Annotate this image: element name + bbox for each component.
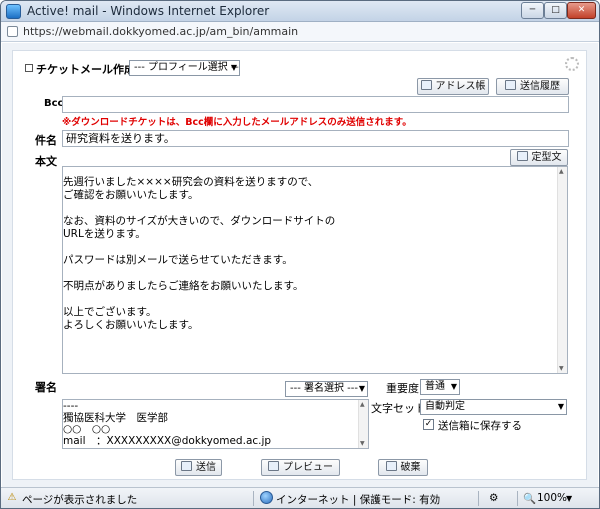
- sent-history-label: 送信履歴: [520, 81, 560, 92]
- preview-label: プレビュー: [283, 462, 333, 473]
- charset-select[interactable]: 自動判定 ▼: [420, 399, 567, 415]
- loading-spinner-icon: [565, 57, 579, 71]
- subject-input[interactable]: 研究資料を送ります。: [62, 130, 569, 147]
- preview-icon: [268, 461, 279, 471]
- preview-button[interactable]: プレビュー: [261, 459, 340, 476]
- browser-window: Active! mail - Windows Internet Explorer…: [0, 0, 600, 509]
- body-textarea[interactable]: 先週行いました××××研究会の資料を送りますので、 ご確認をお願いいたします。 …: [62, 166, 568, 374]
- template-button[interactable]: 定型文: [510, 149, 568, 166]
- chevron-down-icon: ▼: [230, 63, 237, 72]
- history-icon: [505, 80, 516, 90]
- status-divider: [517, 491, 518, 506]
- save-sent-label: 送信箱に保存する: [438, 420, 522, 432]
- warning-icon: ⚠: [7, 492, 17, 503]
- address-url[interactable]: https://webmail.dokkyomed.ac.jp/am_bin/a…: [23, 25, 298, 38]
- charset-value: 自動判定: [425, 401, 465, 412]
- close-window-button[interactable]: ✕: [567, 2, 596, 19]
- bcc-warning: ※ダウンロードチケットは、Bcc欄に入力したメールアドレスのみ送信されます。: [62, 117, 412, 128]
- zoom-icon: 🔍: [523, 493, 537, 505]
- compose-title: チケットメール作成: [36, 63, 135, 76]
- zoom-level[interactable]: 100%: [537, 492, 567, 504]
- page-icon: [7, 26, 18, 37]
- chevron-down-icon: ▼: [358, 384, 365, 393]
- signature-text: ---- 獨協医科大学 医学部 ○○ ○○ mail ：XXXXXXXXX@do…: [63, 400, 272, 447]
- status-divider: [478, 491, 479, 506]
- body-text: 先週行いました××××研究会の資料を送りますので、 ご確認をお願いいたします。 …: [63, 176, 336, 331]
- window-title: Active! mail - Windows Internet Explorer: [27, 4, 270, 18]
- subject-label: 件名: [35, 134, 57, 147]
- settings-icon[interactable]: ⚙: [489, 492, 498, 504]
- send-icon: [181, 461, 192, 471]
- profile-select[interactable]: --- プロフィール選択 --- ▼: [129, 60, 240, 76]
- zoom-dropdown-icon[interactable]: ▼: [566, 494, 572, 503]
- profile-select-value: --- プロフィール選択 ---: [134, 62, 240, 73]
- address-bar: https://webmail.dokkyomed.ac.jp/am_bin/a…: [1, 22, 599, 42]
- priority-value: 普通: [425, 381, 445, 392]
- status-bar: ⚠ ページが表示されました インターネット | 保護モード: 有効 ⚙ 🔍 10…: [1, 487, 599, 508]
- send-label: 送信: [196, 462, 216, 473]
- title-bar: Active! mail - Windows Internet Explorer…: [1, 1, 599, 22]
- scroll-down-icon[interactable]: ▼: [360, 440, 365, 447]
- signature-select-value: --- 署名選択 ---: [290, 383, 359, 394]
- signature-textarea[interactable]: ---- 獨協医科大学 医学部 ○○ ○○ mail ：XXXXXXXXX@do…: [62, 399, 369, 449]
- template-icon: [516, 151, 528, 161]
- priority-select[interactable]: 普通 ▼: [420, 379, 460, 395]
- discard-label: 破棄: [400, 462, 421, 473]
- priority-label: 重要度: [386, 382, 419, 395]
- scroll-up-icon[interactable]: ▲: [559, 168, 564, 175]
- template-label: 定型文: [531, 152, 562, 163]
- address-book-label: アドレス帳: [435, 81, 486, 92]
- page-status: ページが表示されました: [22, 494, 138, 506]
- chevron-down-icon: ▼: [450, 382, 457, 391]
- signature-scrollbar[interactable]: ▲ ▼: [358, 400, 368, 448]
- signature-select[interactable]: --- 署名選択 --- ▼: [285, 381, 368, 397]
- bcc-label: Bcc: [44, 98, 64, 109]
- minimize-button[interactable]: ─: [521, 2, 544, 19]
- ie-app-icon: [6, 4, 21, 19]
- bcc-input[interactable]: [62, 96, 569, 113]
- globe-icon: [260, 491, 273, 504]
- scroll-up-icon[interactable]: ▲: [360, 401, 365, 408]
- sent-history-button[interactable]: 送信履歴: [496, 78, 569, 95]
- body-label: 本文: [35, 155, 57, 168]
- signature-label: 署名: [35, 381, 57, 394]
- chevron-down-icon: ▼: [557, 402, 564, 411]
- body-scrollbar[interactable]: ▲ ▼: [557, 167, 567, 373]
- maximize-button[interactable]: □: [544, 2, 567, 19]
- discard-icon: [385, 461, 397, 471]
- charset-label: 文字セット: [371, 402, 426, 415]
- address-book-icon: [420, 80, 432, 90]
- send-button[interactable]: 送信: [175, 459, 222, 476]
- security-zone: インターネット | 保護モード: 有効: [276, 494, 441, 506]
- save-sent-checkbox[interactable]: ✓: [423, 419, 434, 430]
- discard-button[interactable]: 破棄: [378, 459, 428, 476]
- status-divider: [253, 491, 254, 506]
- section-bullet-icon: [25, 64, 33, 72]
- scroll-down-icon[interactable]: ▼: [559, 365, 564, 372]
- address-book-button[interactable]: アドレス帳: [417, 78, 489, 95]
